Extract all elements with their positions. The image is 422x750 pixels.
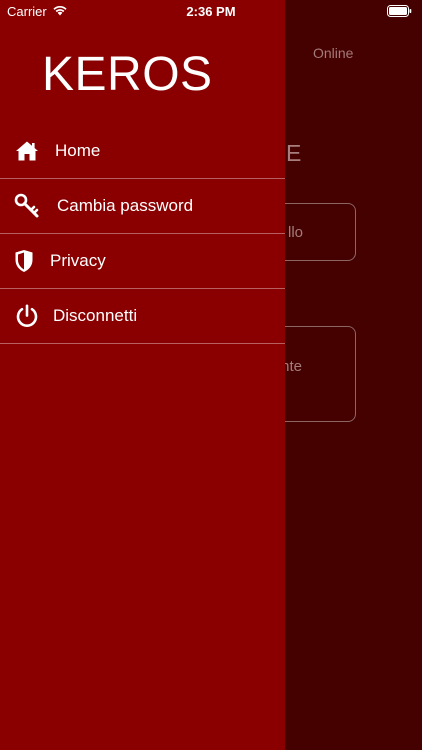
status-bar: Carrier 2:36 PM [0,0,422,22]
main-heading: E [286,140,303,166]
menu-item-logout-label: Disconnetti [53,306,138,325]
menu-item-home[interactable]: Home [0,124,285,179]
navigation-drawer: KEROS Home Cambia password Privacy Disco… [0,0,285,750]
key-icon [14,193,40,219]
drawer-menu: Home Cambia password Privacy Disconnetti [0,124,285,344]
battery-icon [387,5,412,20]
power-icon [14,303,40,329]
app-title: KEROS [42,48,213,101]
shield-icon [11,248,37,274]
menu-item-change-password-label: Cambia password [57,196,194,215]
menu-item-change-password[interactable]: Cambia password [0,179,285,234]
status-time: 2:36 PM [186,4,236,19]
menu-item-logout[interactable]: Disconnetti [0,289,285,344]
main-button-1-label: llo [287,224,303,241]
menu-item-home-label: Home [55,141,101,160]
online-status: Online [313,45,354,61]
home-icon [14,138,40,164]
menu-item-privacy-label: Privacy [50,251,106,270]
menu-item-privacy[interactable]: Privacy [0,234,285,289]
